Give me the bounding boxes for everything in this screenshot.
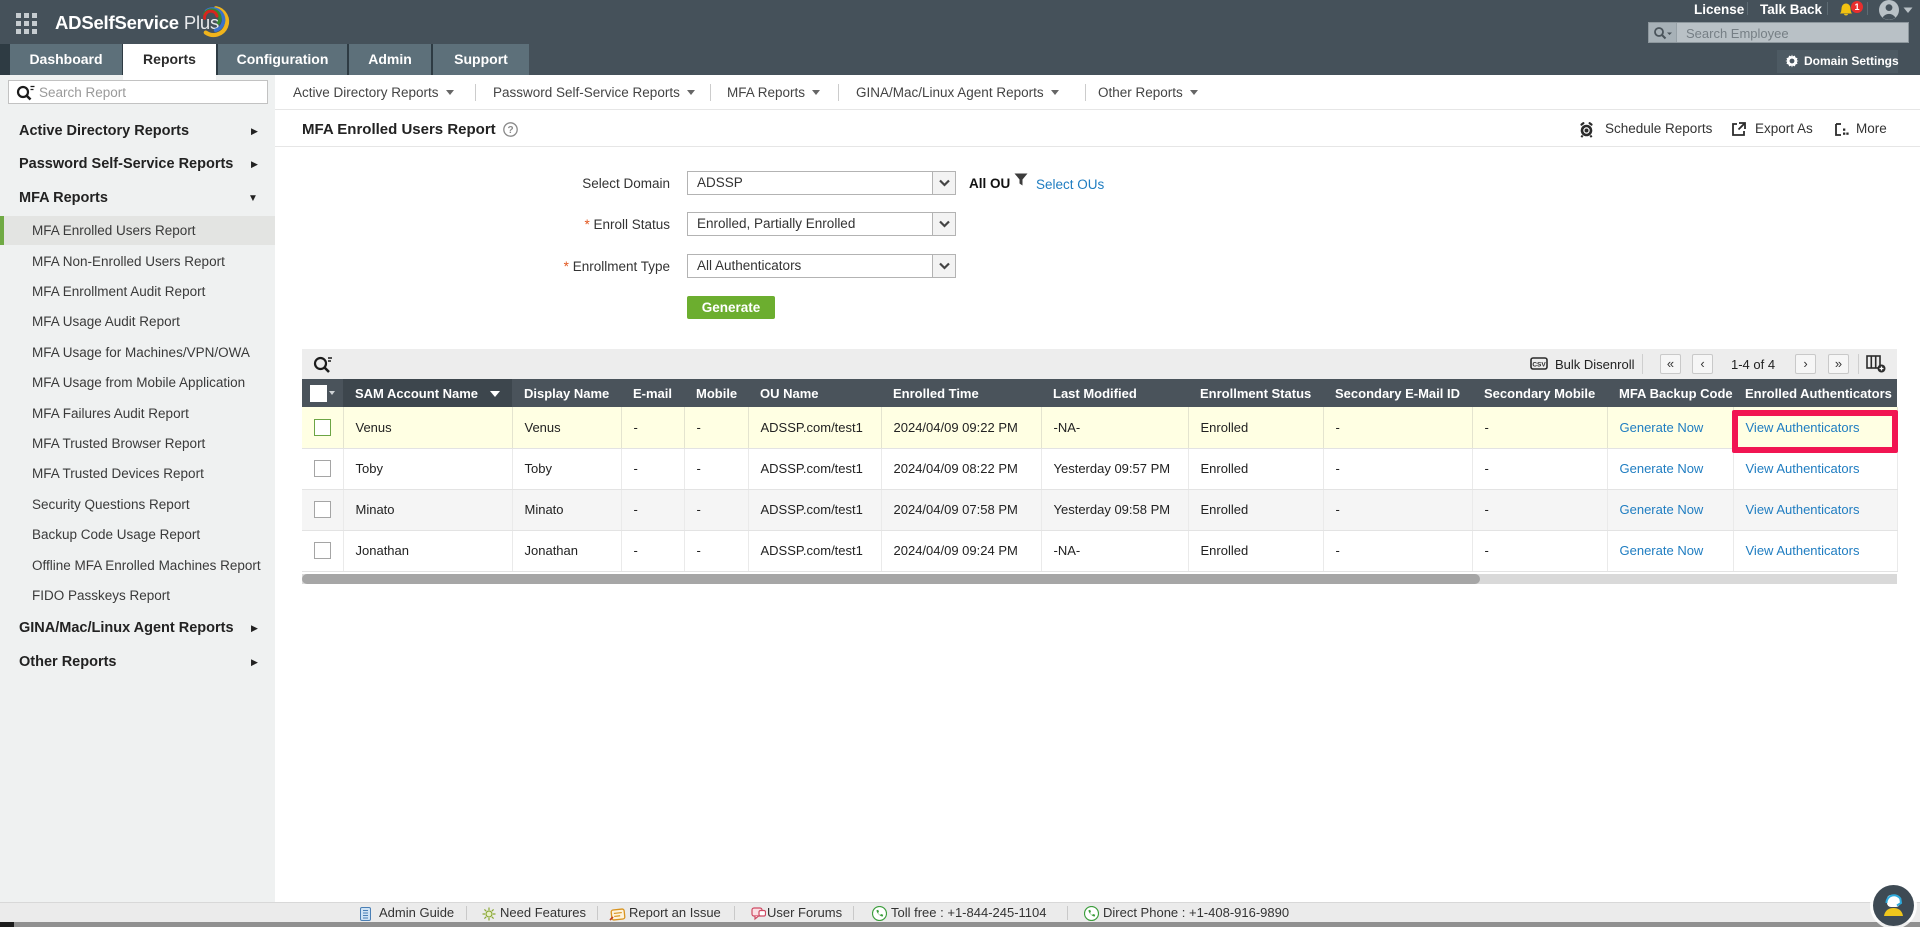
svg-text:?: ? (507, 125, 513, 136)
svg-text:CSV: CSV (1532, 362, 1546, 369)
svg-text:1: 1 (1854, 2, 1859, 12)
